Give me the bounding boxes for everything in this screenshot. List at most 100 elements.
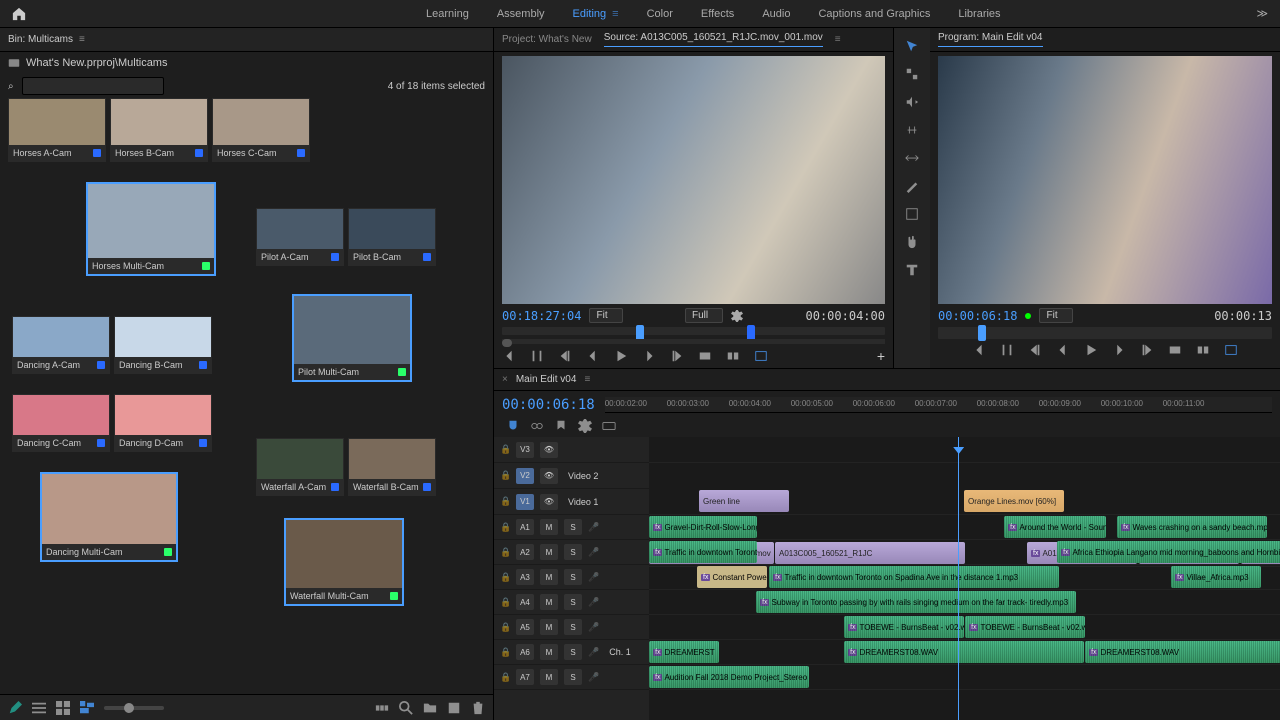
panel-menu-icon[interactable]: ≡: [584, 374, 590, 385]
source-fit-select[interactable]: Fit: [589, 308, 622, 323]
zoom-slider[interactable]: [104, 706, 164, 710]
track-header-a3[interactable]: 🔒A3MS🎤: [494, 565, 649, 590]
timeline-audio-clip[interactable]: fxWaves crashing on a sandy beach.mp3: [1117, 516, 1267, 538]
timeline-audio-clip[interactable]: fxSubway in Toronto passing by with rail…: [756, 591, 1076, 613]
bin-clip[interactable]: Horses C-Cam: [212, 98, 310, 162]
timeline-audio-clip[interactable]: fxGravel-Dirt-Roll-Slow-Long 3.mp3: [649, 516, 757, 538]
selection-tool-icon[interactable]: [902, 36, 922, 56]
find-icon[interactable]: [399, 701, 413, 715]
settings-icon[interactable]: [731, 310, 743, 322]
timeline-audio-clip[interactable]: fxTraffic in downtown Toronto on Spadina…: [769, 566, 1059, 588]
track-header-a2[interactable]: 🔒A2MS🎤: [494, 540, 649, 565]
hand-tool-icon[interactable]: [902, 232, 922, 252]
source-full-select[interactable]: Full: [685, 308, 723, 323]
bin-clip[interactable]: Pilot B-Cam: [348, 208, 436, 266]
timeline-audio-clip[interactable]: fxDREAMERST08.WAV: [844, 641, 1084, 663]
home-icon[interactable]: [12, 7, 26, 21]
export-frame-icon[interactable]: [1224, 343, 1238, 357]
workspace-tab-editing[interactable]: Editing≡: [573, 8, 619, 20]
razor-tool-icon[interactable]: [902, 120, 922, 140]
timeline-audio-clip[interactable]: fxVillae_Africa.mp3: [1171, 566, 1261, 588]
bin-clip[interactable]: Horses Multi-Cam: [86, 182, 216, 276]
type-tool-icon[interactable]: [902, 260, 922, 280]
timeline-audio-clip[interactable]: fxTOBEWE - BurnsBeat - v02.wav: [844, 616, 964, 638]
timeline-audio-clip[interactable]: fxDREAMERST08.WAV: [1085, 641, 1280, 663]
timeline-audio-clip[interactable]: fxAudition Fall 2018 Demo Project_Stereo: [649, 666, 809, 688]
mark-in-icon[interactable]: [502, 349, 516, 363]
step-back-icon[interactable]: [586, 349, 600, 363]
go-out-icon[interactable]: [1140, 343, 1154, 357]
program-tc-in[interactable]: 00:00:06:18: [938, 309, 1017, 323]
pen-icon[interactable]: [8, 701, 22, 715]
workspace-tab-libraries[interactable]: Libraries: [958, 8, 1000, 20]
bin-breadcrumb[interactable]: What's New.prproj\Multicams: [0, 52, 493, 74]
track-header-a5[interactable]: 🔒A5MS🎤: [494, 615, 649, 640]
bin-clip[interactable]: Waterfall B-Cam: [348, 438, 436, 496]
track-header-v2[interactable]: 🔒V2👁Video 2: [494, 463, 649, 489]
step-back-icon[interactable]: [1056, 343, 1070, 357]
bin-clip[interactable]: Waterfall Multi-Cam: [284, 518, 404, 606]
bin-clip[interactable]: Dancing A-Cam: [12, 316, 110, 374]
linked-selection-icon[interactable]: [530, 419, 544, 433]
bin-content-area[interactable]: Horses A-CamHorses B-CamHorses C-Cam Hors…: [0, 98, 493, 694]
program-viewer[interactable]: [938, 56, 1272, 304]
timeline-audio-clip[interactable]: fxTOBEWE - BurnsBeat - v02.wav: [965, 616, 1085, 638]
workspace-tab-color[interactable]: Color: [647, 8, 673, 20]
source-tab[interactable]: Source: A013C005_160521_R1JC.mov_001.mov: [604, 32, 823, 47]
auto-sequence-icon[interactable]: [375, 701, 389, 715]
timeline-timecode[interactable]: 00:00:06:18: [502, 397, 595, 413]
source-tc-in[interactable]: 00:18:27:04: [502, 309, 581, 323]
bin-clip[interactable]: Dancing Multi-Cam: [40, 472, 178, 562]
program-tab[interactable]: Program: Main Edit v04: [938, 32, 1043, 47]
play-icon[interactable]: [614, 349, 628, 363]
new-item-icon[interactable]: [447, 701, 461, 715]
play-icon[interactable]: [1084, 343, 1098, 357]
go-in-icon[interactable]: [1028, 343, 1042, 357]
workspace-tab-audio[interactable]: Audio: [762, 8, 790, 20]
bin-clip[interactable]: Pilot Multi-Cam: [292, 294, 412, 382]
bin-clip[interactable]: Pilot A-Cam: [256, 208, 344, 266]
overwrite-icon[interactable]: [726, 349, 740, 363]
mark-in-icon[interactable]: [972, 343, 986, 357]
track-header-v3[interactable]: 🔒V3👁: [494, 437, 649, 463]
trash-icon[interactable]: [471, 701, 485, 715]
source-scrubber[interactable]: [502, 327, 885, 335]
track-header-v1[interactable]: 🔒V1👁Video 1: [494, 489, 649, 515]
ripple-tool-icon[interactable]: [902, 92, 922, 112]
list-view-icon[interactable]: [32, 701, 46, 715]
track-header-a4[interactable]: 🔒A4MS🎤: [494, 590, 649, 615]
workspace-tab-assembly[interactable]: Assembly: [497, 8, 545, 20]
source-zoom-bar[interactable]: [502, 339, 885, 344]
track-header-a7[interactable]: 🔒A7MS🎤: [494, 665, 649, 690]
insert-icon[interactable]: [698, 349, 712, 363]
bin-clip[interactable]: Horses A-Cam: [8, 98, 106, 162]
workspace-tab-captions-and-graphics[interactable]: Captions and Graphics: [818, 8, 930, 20]
timeline-content[interactable]: Green lineOrange Lines.mov [60%]fxA01C00…: [649, 437, 1280, 720]
bin-clip[interactable]: Dancing C-Cam: [12, 394, 110, 452]
timeline-audio-clip[interactable]: fxTraffic in downtown Toronto: [649, 541, 757, 563]
panel-menu-icon[interactable]: ≡: [835, 34, 841, 45]
workspace-tab-learning[interactable]: Learning: [426, 8, 469, 20]
track-select-tool-icon[interactable]: [902, 64, 922, 84]
pen-tool-icon[interactable]: [902, 176, 922, 196]
bin-search-input[interactable]: [22, 77, 164, 95]
step-fwd-icon[interactable]: [1112, 343, 1126, 357]
marker-icon[interactable]: [554, 419, 568, 433]
timeline-audio-clip[interactable]: fxAround the World - Sounds -: [1004, 516, 1106, 538]
bin-clip[interactable]: Horses B-Cam: [110, 98, 208, 162]
new-bin-icon[interactable]: [423, 701, 437, 715]
project-tab[interactable]: Project: What's New: [502, 34, 592, 45]
cc-icon[interactable]: [602, 419, 616, 433]
go-in-icon[interactable]: [558, 349, 572, 363]
source-viewer[interactable]: [502, 56, 885, 304]
timeline-audio-clip[interactable]: fxDREAMERST: [649, 641, 719, 663]
icon-view-icon[interactable]: [56, 701, 70, 715]
mark-out-icon[interactable]: [1000, 343, 1014, 357]
bin-clip[interactable]: Dancing B-Cam: [114, 316, 212, 374]
bin-clip[interactable]: Dancing D-Cam: [114, 394, 212, 452]
export-frame-icon[interactable]: [754, 349, 768, 363]
panel-menu-icon[interactable]: ≡: [79, 34, 85, 45]
track-header-a6[interactable]: 🔒A6MS🎤Ch. 1: [494, 640, 649, 665]
go-out-icon[interactable]: [670, 349, 684, 363]
add-button-icon[interactable]: +: [877, 348, 885, 364]
